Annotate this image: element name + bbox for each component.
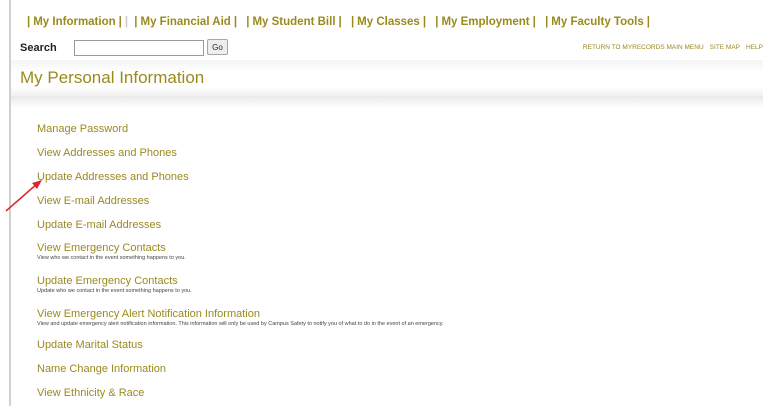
name-change-information-link[interactable]: Name Change Information: [37, 363, 166, 376]
update-email-addresses-link[interactable]: Update E-mail Addresses: [37, 219, 161, 232]
help-link[interactable]: HELP: [746, 44, 763, 51]
search-input[interactable]: [74, 40, 204, 56]
menu-item: Name Change Information: [37, 363, 166, 376]
nav-my-employment[interactable]: My Employment: [441, 16, 529, 28]
go-button[interactable]: Go: [207, 39, 228, 55]
nav-my-financial-aid[interactable]: My Financial Aid: [141, 16, 231, 28]
nav-my-faculty-tools[interactable]: My Faculty Tools: [551, 16, 643, 28]
nav-separator: |: [233, 16, 238, 28]
return-main-menu-link[interactable]: RETURN TO MYRECORDS MAIN MENU: [583, 44, 704, 51]
nav-separator: |: [532, 16, 536, 28]
nav-separator: |: [435, 16, 439, 28]
view-ethnicity-race-link[interactable]: View Ethnicity & Race: [37, 387, 144, 400]
nav-my-student-bill[interactable]: My Student Bill: [252, 16, 335, 28]
update-addresses-phones-link[interactable]: Update Addresses and Phones: [37, 171, 189, 184]
top-navigation: | My Information | | | My Financial Aid | | My…: [24, 16, 653, 32]
nav-separator: |: [350, 16, 355, 28]
menu-item-description: View and update emergency alert notifica…: [37, 321, 444, 327]
search-bar: Search Go RETURN TO MYRECORDS MAIN MENU S…: [20, 38, 763, 58]
menu-item: View Ethnicity & Race: [37, 387, 144, 400]
update-marital-status-link[interactable]: Update Marital Status: [37, 339, 143, 352]
view-emergency-contacts-link[interactable]: View Emergency Contacts: [37, 242, 186, 255]
update-emergency-contacts-link[interactable]: Update Emergency Contacts: [37, 275, 192, 288]
menu-item: Update Marital Status: [37, 339, 143, 352]
nav-my-classes[interactable]: My Classes: [357, 16, 420, 28]
menu-item: View Addresses and Phones: [37, 147, 177, 160]
view-emergency-alert-link[interactable]: View Emergency Alert Notification Inform…: [37, 308, 444, 321]
menu-item-description: View who we contact in the event somethi…: [37, 255, 186, 261]
menu-item: Update Emergency Contacts Update who we …: [37, 275, 192, 295]
menu-item-description: Update who we contact in the event somet…: [37, 288, 192, 294]
menu-item: Manage Password: [37, 123, 128, 136]
menu-item: View Emergency Alert Notification Inform…: [37, 308, 444, 328]
nav-separator: |: [545, 16, 549, 28]
menu-item: Update Addresses and Phones: [37, 171, 189, 184]
nav-separator: |: [646, 16, 650, 28]
nav-separator: |: [134, 16, 138, 28]
nav-cursor-mark: |: [124, 16, 129, 28]
nav-separator: |: [422, 16, 427, 28]
view-addresses-phones-link[interactable]: View Addresses and Phones: [37, 147, 177, 160]
menu-item: View E-mail Addresses: [37, 195, 149, 208]
nav-separator: |: [246, 16, 250, 28]
menu-item: Update E-mail Addresses: [37, 219, 161, 232]
menu-item: View Emergency Contacts View who we cont…: [37, 242, 186, 262]
view-email-addresses-link[interactable]: View E-mail Addresses: [37, 195, 149, 208]
manage-password-link[interactable]: Manage Password: [37, 123, 128, 136]
utility-links: RETURN TO MYRECORDS MAIN MENU SITE MAP HEL…: [577, 44, 763, 51]
nav-separator: |: [338, 16, 342, 28]
site-map-link[interactable]: SITE MAP: [710, 44, 740, 51]
header-divider: [11, 96, 763, 108]
nav-separator: |: [118, 16, 122, 28]
red-arrow-annotation-icon: [5, 180, 42, 212]
